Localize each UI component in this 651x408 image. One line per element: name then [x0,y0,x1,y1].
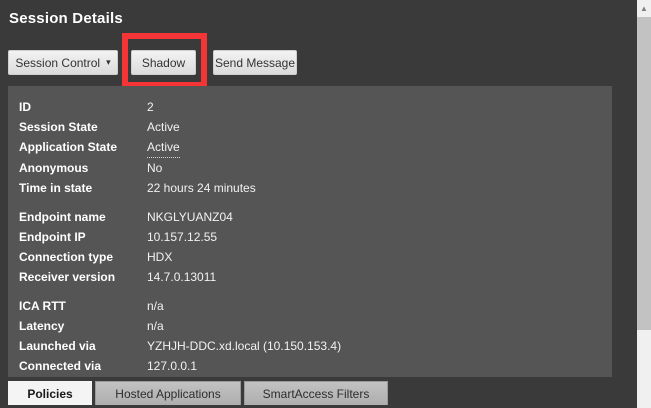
detail-label: Anonymous [19,161,89,175]
endpoint-group: Endpoint name NKGLYUANZ04 Endpoint IP 10… [19,207,612,287]
detail-label: Session State [19,120,98,134]
detail-value: 22 hours 24 minutes [147,181,256,195]
detail-row-launched-via: Launched via YZHJH-DDC.xd.local (10.150.… [19,336,612,356]
connection-group: ICA RTT n/a Latency n/a Launched via YZH… [19,296,612,376]
session-control-button[interactable]: Session Control ▾ [8,50,118,75]
detail-row-receiver-version: Receiver version 14.7.0.13011 [19,267,612,287]
detail-value: 14.7.0.13011 [147,270,217,284]
detail-row-endpoint-ip: Endpoint IP 10.157.12.55 [19,227,612,247]
detail-value: 127.0.0.1 [147,359,198,373]
scrollbar-thumb[interactable] [637,17,651,330]
detail-label: Time in state [19,181,93,195]
detail-row-time-in-state: Time in state 22 hours 24 minutes [19,178,612,198]
detail-value: YZHJH-DDC.xd.local (10.150.153.4) [147,339,342,353]
session-control-label: Session Control [15,55,101,70]
send-message-button[interactable]: Send Message [213,50,297,75]
detail-row-connection-type: Connection type HDX [19,247,612,267]
session-state-group: ID 2 Session State Active Application St… [19,97,612,198]
detail-label: ICA RTT [19,299,66,313]
detail-value: HDX [147,250,173,264]
session-details-panel: ID 2 Session State Active Application St… [8,86,612,377]
send-message-label: Send Message [214,55,296,70]
application-state-value-tooltip-link[interactable]: Active [147,137,180,158]
tab-smartaccess-filters[interactable]: SmartAccess Filters [244,381,388,405]
detail-label: Connected via [19,359,102,373]
tab-label: Hosted Applications [115,386,221,401]
detail-label: Application State [19,140,118,154]
detail-label: Connection type [19,250,114,264]
detail-row-application-state: Application State Active [19,137,612,158]
shadow-button[interactable]: Shadow [131,50,196,75]
detail-label: ID [19,100,31,114]
page-title: Session Details [9,10,123,27]
bottom-tab-bar: Policies Hosted Applications SmartAccess… [8,381,391,405]
detail-row-session-state: Session State Active [19,117,612,137]
tab-hosted-applications[interactable]: Hosted Applications [95,381,241,405]
detail-value: n/a [147,299,164,313]
detail-value: n/a [147,319,164,333]
detail-row-anonymous: Anonymous No [19,158,612,178]
detail-label: Endpoint name [19,210,106,224]
shadow-label: Shadow [141,55,186,70]
tab-label: SmartAccess Filters [262,386,370,401]
vertical-scrollbar[interactable]: ▲ [637,0,651,408]
detail-label: Latency [19,319,65,333]
detail-row-id: ID 2 [19,97,612,117]
detail-row-latency: Latency n/a [19,316,612,336]
detail-value: Active [147,120,180,134]
detail-row-connected-via: Connected via 127.0.0.1 [19,356,612,376]
detail-row-ica-rtt: ICA RTT n/a [19,296,612,316]
tab-label: Policies [27,386,73,401]
detail-value: No [147,161,163,175]
detail-value: NKGLYUANZ04 [147,210,233,224]
detail-label: Endpoint IP [19,230,86,244]
detail-label: Launched via [19,339,96,353]
detail-label: Receiver version [19,270,116,284]
detail-row-endpoint-name: Endpoint name NKGLYUANZ04 [19,207,612,227]
detail-value: 2 [147,100,154,114]
scrollbar-up-arrow-icon[interactable]: ▲ [637,0,651,17]
session-details-page: { "page": { "title": "Session Details" }… [0,0,651,408]
chevron-down-icon: ▾ [106,57,111,67]
detail-value: 10.157.12.55 [147,230,218,244]
tab-policies[interactable]: Policies [8,381,92,405]
